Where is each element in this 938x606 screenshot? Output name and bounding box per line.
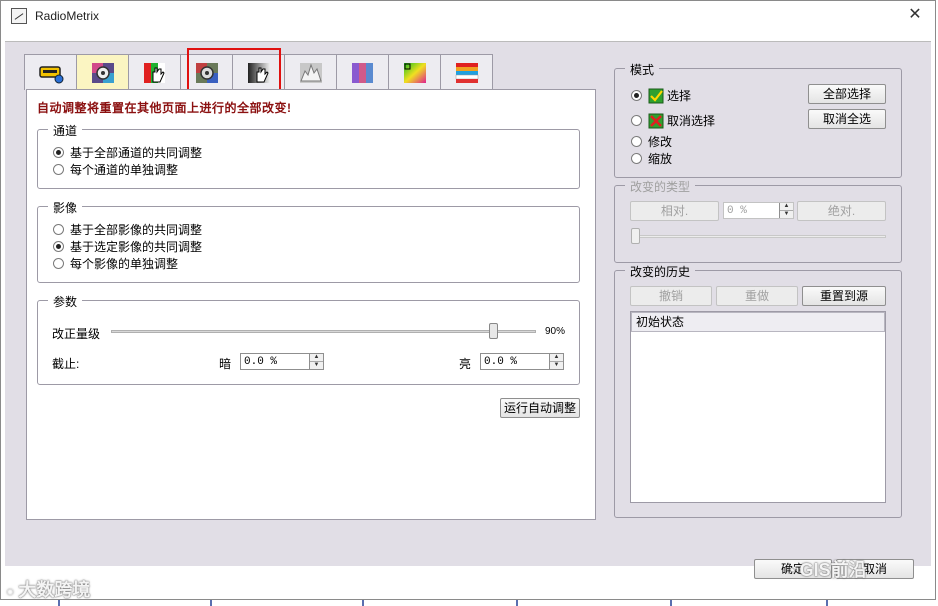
change-type-group: 改变的类型	[614, 178, 902, 263]
spin-down-icon[interactable]: ▼	[310, 361, 323, 369]
spin-up-icon[interactable]: ▲	[780, 203, 793, 210]
mode-legend: 模式	[625, 61, 660, 78]
radio-dot[interactable]	[631, 90, 642, 101]
gear-icon	[91, 62, 114, 83]
correction-slider-thumb[interactable]	[489, 323, 498, 339]
bright-cutoff-input[interactable]	[481, 354, 549, 369]
watermark-right: ◔ GIS前沿	[786, 556, 867, 582]
watermark-right-text: GIS前沿	[799, 560, 867, 580]
radio-dot[interactable]	[631, 153, 642, 164]
spin-up-icon[interactable]: ▲	[310, 354, 323, 361]
radio-label: 缩放	[648, 152, 673, 166]
tab-channels[interactable]	[336, 54, 389, 90]
change-value-spinner[interactable]: ▲▼	[723, 202, 794, 219]
deselect-all-button[interactable]: 取消全选	[808, 109, 886, 129]
relative-button[interactable]: 相对.	[630, 201, 719, 221]
tab-hand-adjust[interactable]	[128, 54, 181, 90]
list-item[interactable]: 初始状态	[631, 312, 885, 332]
radio-dot[interactable]	[631, 115, 642, 126]
hand-icon	[247, 62, 270, 83]
dark-cutoff-input[interactable]	[241, 354, 309, 369]
tab-histogram[interactable]	[284, 54, 337, 90]
radio-label: 每个影像的单独调整	[70, 257, 179, 271]
radio-image-separate[interactable]: 每个影像的单独调整	[53, 255, 178, 272]
radio-dot[interactable]	[53, 241, 64, 252]
radio-label: 每个通道的单独调整	[70, 163, 179, 177]
radio-dot[interactable]	[53, 224, 64, 235]
params-group: 参数	[37, 293, 580, 385]
cutoff-label: 截止:	[52, 357, 80, 371]
radio-label: 取消选择	[667, 114, 716, 128]
radio-dot[interactable]	[631, 136, 642, 147]
run-auto-adjust-button[interactable]: 运行自动调整	[500, 398, 580, 418]
radio-dot[interactable]	[53, 258, 64, 269]
watermark-logo-icon: ◌	[6, 583, 15, 599]
radio-mode-zoom[interactable]: 缩放	[631, 150, 672, 167]
tab-gear-adjust-2[interactable]	[180, 54, 233, 90]
spin-up-icon[interactable]: ▲	[550, 354, 563, 361]
dark-cutoff-spinner[interactable]: ▲▼	[240, 353, 324, 370]
tab-scanner[interactable]	[24, 54, 77, 90]
title-bar: RadioMetrix ✕	[1, 1, 935, 31]
hand-icon	[143, 62, 165, 83]
radio-channel-separate[interactable]: 每个通道的单独调整	[53, 161, 178, 178]
radio-label: 选择	[667, 89, 692, 103]
undo-button[interactable]: 撤销	[630, 286, 712, 306]
channel-legend: 通道	[48, 122, 83, 139]
watermark-left-text: 大数跨境	[18, 580, 91, 600]
watermark-left: ◌ 大数跨境	[6, 576, 90, 602]
window-title: RadioMetrix	[35, 9, 100, 23]
radio-dot[interactable]	[53, 164, 64, 175]
spin-down-icon[interactable]: ▼	[780, 210, 793, 218]
tab-hand-adjust-2[interactable]	[232, 54, 285, 90]
tab-auto-adjust[interactable]	[76, 54, 129, 90]
wechat-icon: ◔	[786, 563, 796, 580]
history-legend: 改变的历史	[625, 263, 696, 280]
channels-icon	[351, 62, 373, 83]
radio-label: 基于全部通道的共同调整	[70, 146, 203, 160]
cross-icon	[648, 113, 664, 128]
radio-image-all-common[interactable]: 基于全部影像的共同调整	[53, 221, 202, 238]
params-legend: 参数	[48, 293, 83, 310]
change-value-input[interactable]	[724, 203, 779, 218]
radio-label: 基于选定影像的共同调整	[70, 240, 203, 254]
image-legend: 影像	[48, 199, 83, 216]
select-all-button[interactable]: 全部选择	[808, 84, 886, 104]
reset-warning: 自动调整将重置在其他页面上进行的全部改变!	[37, 101, 292, 115]
tab-color-map[interactable]	[388, 54, 441, 90]
dark-label: 暗	[219, 357, 232, 371]
checkmark-icon	[648, 88, 664, 103]
bright-cutoff-spinner[interactable]: ▲▼	[480, 353, 564, 370]
reset-to-source-button[interactable]: 重置到源	[802, 286, 886, 306]
radio-label: 修改	[648, 135, 673, 149]
change-slider-thumb[interactable]	[631, 228, 640, 244]
history-list[interactable]: 初始状态	[630, 311, 886, 503]
radio-label: 基于全部影像的共同调整	[70, 223, 203, 237]
histogram-icon	[299, 62, 322, 83]
app-icon	[11, 8, 27, 24]
gear-icon	[195, 62, 218, 83]
change-slider-track[interactable]	[632, 235, 886, 238]
change-type-legend: 改变的类型	[625, 178, 696, 195]
close-icon[interactable]: ✕	[905, 5, 925, 25]
color-map-icon	[403, 62, 426, 83]
radio-channel-common[interactable]: 基于全部通道的共同调整	[53, 144, 202, 161]
spin-down-icon[interactable]: ▼	[550, 361, 563, 369]
correction-label: 改正量级	[52, 327, 101, 341]
tab-strip	[24, 54, 493, 90]
radio-mode-deselect[interactable]: 取消选择	[631, 112, 715, 129]
radio-mode-select[interactable]: 选择	[631, 87, 691, 104]
correction-value: 90%	[545, 326, 566, 337]
absolute-button[interactable]: 绝对.	[797, 201, 886, 221]
scanner-icon	[38, 65, 63, 83]
radio-dot[interactable]	[53, 147, 64, 158]
color-bars-icon	[455, 62, 478, 83]
tab-color-bars[interactable]	[440, 54, 493, 90]
correction-slider-track[interactable]	[111, 330, 536, 333]
radio-image-selected-common[interactable]: 基于选定影像的共同调整	[53, 238, 202, 255]
radio-mode-modify[interactable]: 修改	[631, 133, 672, 150]
redo-button[interactable]: 重做	[716, 286, 798, 306]
bright-label: 亮	[459, 357, 472, 371]
